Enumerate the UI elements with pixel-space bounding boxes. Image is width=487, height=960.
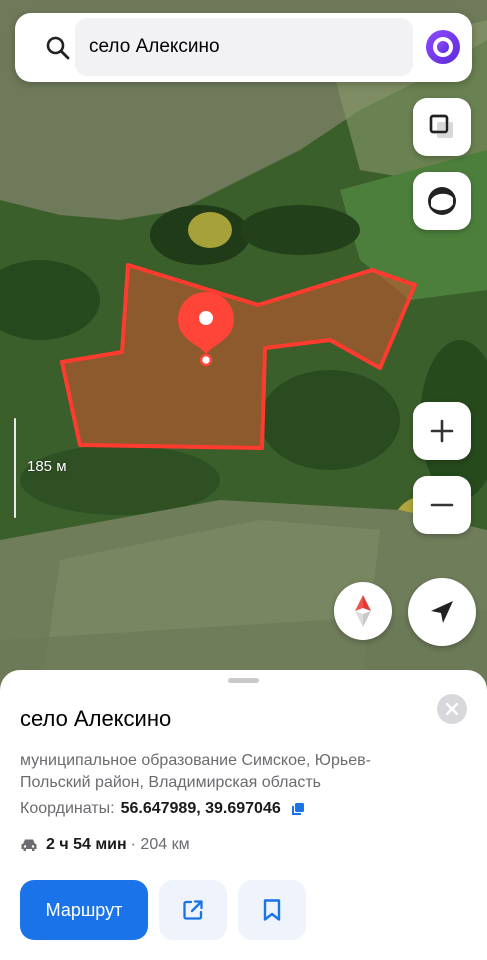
map-mode-button[interactable] [413,172,471,230]
bookmark-button[interactable] [238,880,306,940]
plus-icon [430,419,454,443]
search-icon[interactable] [45,35,71,61]
zoom-out-button[interactable] [413,476,471,534]
bookmark-icon [263,899,281,921]
car-icon [21,839,37,851]
route-button[interactable]: Маршрут [20,880,148,940]
share-external-icon [183,900,203,920]
map-mode-icon [428,187,456,215]
share-button[interactable] [159,880,227,940]
layers-icon [429,114,453,138]
place-title: село Алексино [20,706,172,731]
copy-icon[interactable] [291,802,305,816]
coordinates-value[interactable]: 56.647989, 39.697046 [121,800,281,818]
coordinates-row: Координаты: 56.647989, 39.697046 [20,800,305,818]
layers-button[interactable] [413,98,471,156]
coordinates-label: Координаты: [20,800,115,817]
map-view[interactable]: 185 м [0,0,487,700]
search-input[interactable]: село Алексино [75,18,413,76]
sheet-drag-handle[interactable] [228,678,259,683]
my-location-button[interactable] [408,578,476,646]
search-bar: село Алексино [15,13,472,82]
place-address: муниципальное образование Симское, Юрьев… [20,752,371,791]
travel-distance: · 204 км [130,836,190,853]
location-pin-icon[interactable] [176,290,236,370]
alice-voice-assistant-icon[interactable] [425,29,461,65]
minus-icon [430,503,454,507]
travel-info: 2 ч 54 мин · 204 км [20,836,190,854]
close-button[interactable] [437,694,467,724]
navigation-arrow-icon [431,601,453,623]
zoom-in-button[interactable] [413,402,471,460]
map-scale-bar [14,418,16,518]
compass-icon [355,595,371,627]
place-card: село Алексино муниципальное образование … [0,670,487,960]
travel-time: 2 ч 54 мин [46,836,127,853]
compass-button[interactable] [334,582,392,640]
close-icon [446,703,458,715]
map-scale-label: 185 м [27,458,67,475]
